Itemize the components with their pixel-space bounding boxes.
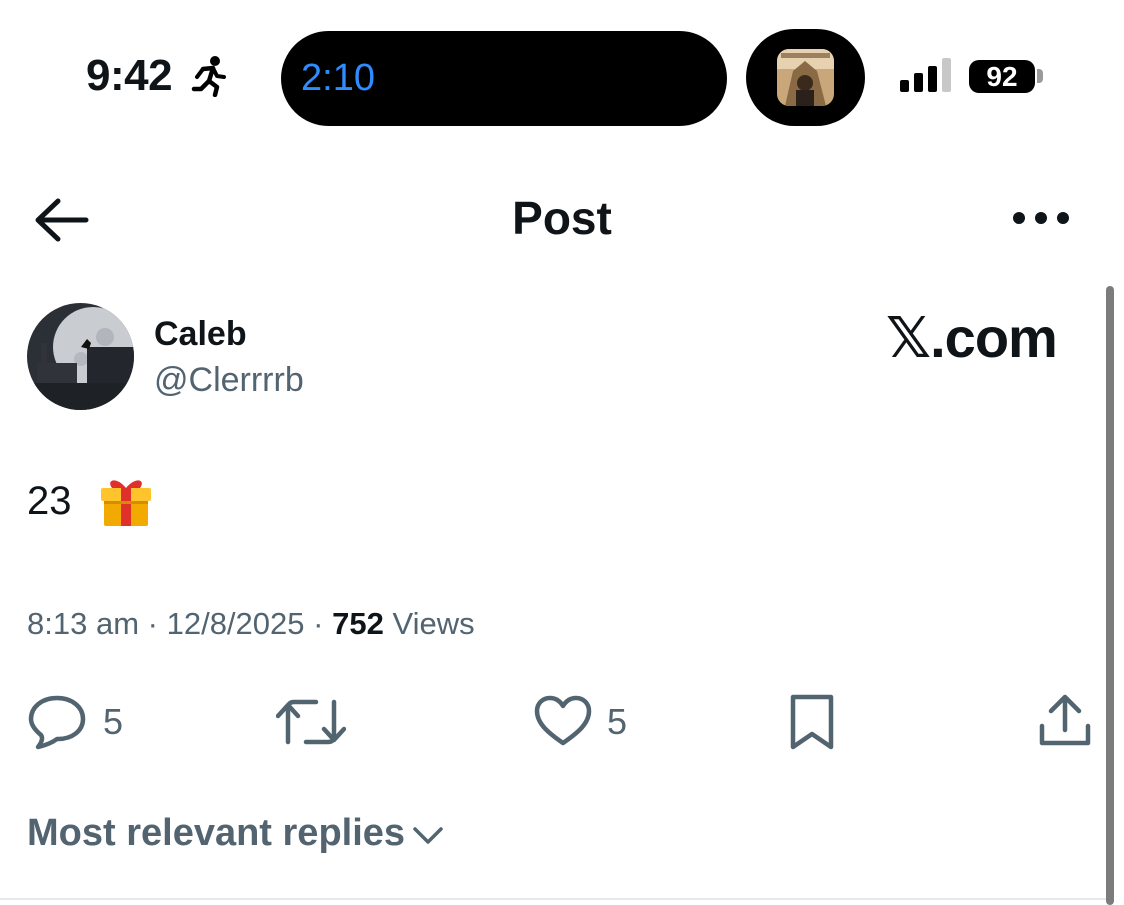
reply-bubble-icon bbox=[28, 695, 86, 750]
replies-sort-dropdown[interactable]: Most relevant replies bbox=[27, 808, 445, 858]
post-time: 8:13 am bbox=[27, 606, 140, 641]
divider bbox=[0, 898, 1106, 900]
reply-count: 5 bbox=[103, 701, 124, 742]
bookmark-button[interactable] bbox=[786, 692, 838, 752]
author-name[interactable]: Caleb bbox=[154, 312, 247, 356]
bookmark-icon bbox=[790, 694, 834, 750]
post-meta: 8:13 am · 12/8/2025 · 752 Views bbox=[27, 603, 475, 645]
battery-tip bbox=[1037, 69, 1043, 83]
avatar[interactable] bbox=[27, 303, 134, 410]
wrapped-gift-icon bbox=[98, 472, 154, 528]
meta-separator: · bbox=[147, 606, 158, 641]
album-art-thumbnail bbox=[777, 49, 834, 106]
meta-separator: · bbox=[313, 606, 324, 641]
repost-icon bbox=[276, 699, 346, 745]
chevron-down-icon bbox=[413, 827, 443, 844]
share-icon bbox=[1039, 694, 1091, 746]
views-label: Views bbox=[392, 606, 475, 641]
live-activity-timer: 2:10 bbox=[301, 57, 375, 99]
views-count: 752 bbox=[332, 606, 384, 641]
cellular-signal-icon bbox=[900, 58, 956, 92]
status-time: 9:42 bbox=[86, 51, 173, 100]
post-date[interactable]: 12/8/2025 bbox=[167, 606, 305, 641]
share-button[interactable] bbox=[1037, 692, 1093, 752]
reply-button[interactable]: 5 bbox=[27, 692, 137, 752]
running-figure-icon bbox=[191, 55, 227, 98]
like-button[interactable]: 5 bbox=[533, 692, 643, 752]
live-activity-pill[interactable]: 2:10 bbox=[281, 31, 727, 126]
scrollbar[interactable] bbox=[1106, 286, 1114, 905]
author-handle[interactable]: @Clerrrrb bbox=[154, 358, 304, 402]
repost-button[interactable] bbox=[276, 692, 346, 752]
replies-sort-label: Most relevant replies bbox=[27, 812, 406, 854]
battery-indicator: 92 bbox=[969, 60, 1035, 93]
page-title: Post bbox=[512, 192, 612, 244]
more-options-button[interactable] bbox=[1005, 198, 1077, 238]
post-text: 23 bbox=[27, 479, 72, 523]
brand-watermark: 𝕏.com bbox=[886, 306, 1058, 369]
more-horizontal-icon bbox=[1013, 212, 1069, 224]
now-playing-pill[interactable] bbox=[746, 29, 865, 126]
like-count: 5 bbox=[607, 701, 628, 742]
heart-icon bbox=[534, 695, 592, 746]
